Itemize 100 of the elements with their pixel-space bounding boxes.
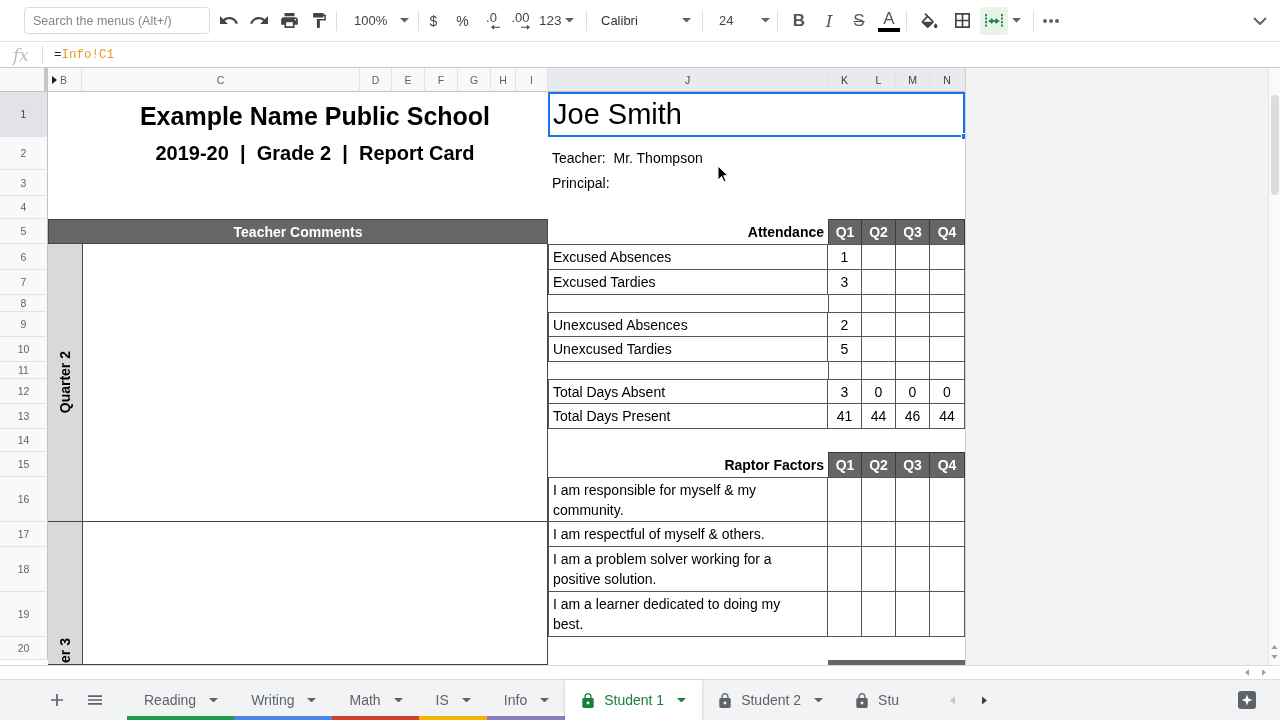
sheet-tab[interactable]: Student 1 <box>565 680 703 720</box>
column-header[interactable]: D <box>360 68 392 92</box>
font-dropdown[interactable]: Calibri <box>593 6 697 35</box>
row-header[interactable]: 12 <box>0 379 48 404</box>
quarter-header: Q3 <box>896 219 930 244</box>
column-header[interactable]: K <box>828 68 862 92</box>
caret-icon[interactable] <box>1012 18 1021 23</box>
sheet-tab[interactable]: Student 2 <box>702 680 840 720</box>
scrollbar-thumb[interactable] <box>1270 95 1279 195</box>
text-style-button[interactable]: A <box>874 6 904 35</box>
sheet-tab[interactable]: Reading <box>127 680 235 720</box>
row-header[interactable]: 16 <box>0 477 48 522</box>
table-cell: 44 <box>862 404 896 429</box>
row-label: Unexcused Absences <box>548 312 828 337</box>
column-header[interactable]: E <box>392 68 425 92</box>
table-cell <box>862 592 896 637</box>
row-header[interactable]: 9 <box>0 312 48 337</box>
format-button[interactable]: .00 <box>506 6 535 35</box>
format-button[interactable]: .0 <box>477 6 506 35</box>
column-header[interactable]: N <box>930 68 965 92</box>
table-cell <box>828 295 862 312</box>
table-cell: 3 <box>828 270 862 295</box>
print-icon[interactable] <box>281 13 298 28</box>
table-cell <box>896 270 930 295</box>
number-format-dropdown[interactable]: 123 <box>539 6 581 35</box>
row-header[interactable]: 3 <box>0 170 48 196</box>
column-header[interactable]: J <box>548 68 828 92</box>
undo-icon[interactable] <box>220 16 238 25</box>
sheet-tab[interactable]: Stu <box>839 680 906 720</box>
row-label: I am a learner dedicated to doing my best. <box>548 592 828 637</box>
row-header[interactable]: 13 <box>0 404 48 429</box>
star-box-icon[interactable] <box>1238 691 1256 709</box>
caret-icon <box>400 18 410 23</box>
row-header[interactable]: 6 <box>0 244 48 270</box>
column-header[interactable]: M <box>896 68 930 92</box>
paint-roller-icon[interactable] <box>313 13 326 28</box>
list-icon[interactable] <box>88 695 102 705</box>
scroll-left-icon[interactable] <box>1245 669 1249 676</box>
quarter-header: Q3 <box>896 452 930 477</box>
borders-icon[interactable] <box>955 13 970 28</box>
table-cell: 46 <box>896 404 930 429</box>
row-header[interactable]: 7 <box>0 270 48 295</box>
row-header[interactable]: 1 <box>0 92 48 137</box>
row-header[interactable]: 10 <box>0 337 48 362</box>
text-style-button[interactable]: I <box>814 6 844 35</box>
sheet-tab[interactable]: Math <box>332 680 419 720</box>
row-header[interactable]: 17 <box>0 522 48 547</box>
text-style-button[interactable]: B <box>784 6 814 35</box>
caret-icon <box>682 18 691 23</box>
chevron-down-icon[interactable] <box>1253 16 1267 25</box>
format-button[interactable]: % <box>448 6 477 35</box>
caret-icon <box>761 18 770 23</box>
table-title: Attendance <box>746 222 825 242</box>
table-cell <box>896 477 930 522</box>
table-cell <box>896 244 930 270</box>
format-button[interactable]: $ <box>419 6 448 35</box>
swatch-icon <box>878 27 900 32</box>
student-name-cell[interactable]: Joe Smith <box>548 92 965 137</box>
row-header[interactable]: 14 <box>0 429 48 452</box>
expand-arrow-icon[interactable] <box>52 75 57 84</box>
row-header[interactable]: 18 <box>0 547 48 592</box>
mouse-pointer-icon <box>717 165 729 183</box>
row-header[interactable]: 2 <box>0 137 48 170</box>
row-header[interactable]: 19 <box>0 592 48 637</box>
row-header[interactable]: 8 <box>0 295 48 312</box>
row-header[interactable]: 15 <box>0 452 48 477</box>
school-title: Example Name Public School <box>138 100 492 132</box>
table-cell: 5 <box>828 337 862 362</box>
formula-text[interactable]: =Info!C1 <box>53 47 114 62</box>
sheet-tab[interactable]: Writing <box>234 680 333 720</box>
report-card-subtitle: 2019-20 | Grade 2 | Report Card <box>154 141 476 166</box>
column-header[interactable]: G <box>458 68 491 92</box>
more-icon[interactable] <box>1043 18 1059 23</box>
table-cell <box>896 312 930 337</box>
merge-cells-button[interactable] <box>980 6 1008 35</box>
row-label: I am responsible for myself & my community. <box>548 477 828 522</box>
column-header[interactable]: C <box>82 68 360 92</box>
table-cell <box>828 362 862 379</box>
column-header[interactable]: F <box>425 68 458 92</box>
quarter-header: Q4 <box>930 219 965 244</box>
sheet-tab[interactable]: Info <box>486 680 566 720</box>
row-header[interactable]: 4 <box>0 196 48 219</box>
sheet-tab[interactable]: IS <box>418 680 487 720</box>
row-header[interactable]: 11 <box>0 362 48 379</box>
search-field[interactable]: Search the menus (Alt+/) <box>24 7 210 34</box>
column-header[interactable]: H <box>491 68 516 92</box>
column-header[interactable]: B <box>48 68 82 92</box>
column-header[interactable]: I <box>516 68 548 92</box>
paint-bucket-icon[interactable] <box>921 13 938 28</box>
redo-icon[interactable] <box>250 16 268 25</box>
column-header[interactable]: L <box>862 68 896 92</box>
row-header[interactable]: 5 <box>0 219 48 244</box>
row-header[interactable]: 20 <box>0 637 48 660</box>
teacher-text: Teacher: Mr. Thompson <box>551 148 703 168</box>
font-size-dropdown[interactable]: 24 <box>709 6 775 35</box>
text-style-button[interactable]: S <box>844 6 874 35</box>
zoom-dropdown[interactable]: 100% <box>354 6 412 35</box>
row-label: Total Days Absent <box>548 379 828 404</box>
scroll-right-icon[interactable] <box>982 695 987 705</box>
add-icon[interactable] <box>51 694 63 706</box>
